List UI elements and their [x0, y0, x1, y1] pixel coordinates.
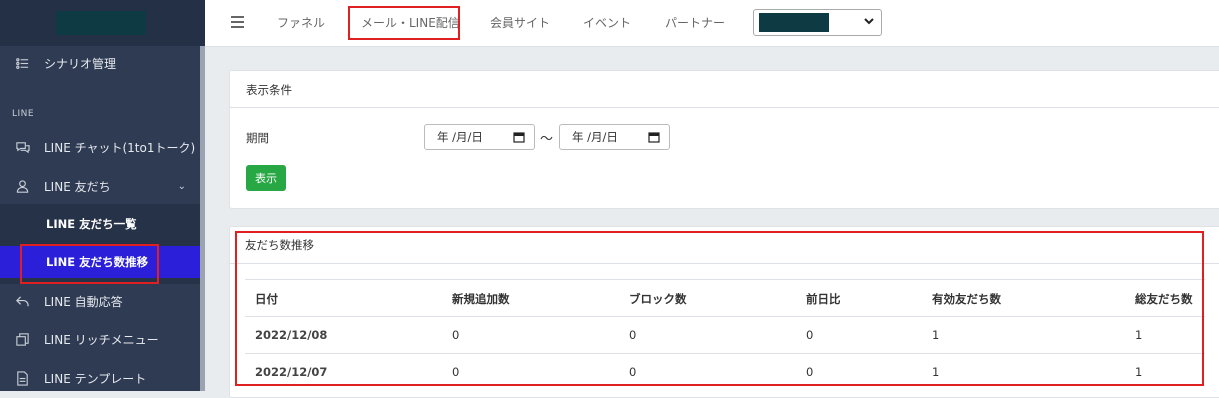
sidebar-item-template[interactable]: LINE テンプレート — [0, 361, 200, 391]
sidebar-subitem-friend-list[interactable]: LINE 友だち一覧 — [0, 208, 200, 240]
filter-card: 表示条件 期間 年 /月/日 〜 年 /月/日 表示 — [229, 70, 1219, 209]
sidebar-section-line: LINE — [12, 109, 35, 119]
menu-icon[interactable] — [231, 16, 244, 28]
sidebar-item-label: LINE 友だち — [44, 179, 111, 194]
sidebar-scrollbar[interactable] — [200, 46, 205, 391]
nav-item-funnel[interactable]: ファネル — [277, 14, 325, 31]
logo[interactable] — [56, 11, 146, 35]
user-icon — [14, 178, 30, 194]
reply-icon — [14, 293, 30, 309]
sidebar-item-label: LINE 自動応答 — [44, 294, 123, 309]
sidebar-item-rich-menu[interactable]: LINE リッチメニュー — [0, 322, 200, 356]
nav-item-event[interactable]: イベント — [583, 14, 631, 31]
account-select-value — [759, 13, 829, 32]
nav-item-member-site[interactable]: 会員サイト — [490, 14, 550, 31]
sidebar-item-label: LINE リッチメニュー — [44, 332, 159, 347]
date-from-placeholder: 年 /月/日 — [437, 130, 483, 144]
sidebar-logo-bar — [0, 0, 205, 46]
account-select[interactable] — [753, 9, 882, 36]
date-from-input[interactable]: 年 /月/日 — [424, 124, 535, 150]
sidebar-subitem-label: LINE 友だち一覧 — [46, 217, 137, 231]
sidebar-item-line-chat[interactable]: LINE チャット(1to1トーク) — [0, 130, 200, 164]
nav-item-partner[interactable]: パートナー — [665, 14, 725, 31]
calendar-icon[interactable] — [513, 131, 525, 143]
filter-card-title: 表示条件 — [246, 83, 292, 97]
sidebar-item-label: シナリオ管理 — [44, 56, 117, 71]
chevron-down-icon — [864, 18, 874, 25]
period-label: 期間 — [246, 131, 269, 145]
date-to-placeholder: 年 /月/日 — [572, 130, 618, 144]
list-icon — [14, 55, 30, 71]
highlight-box-nav — [348, 6, 460, 40]
sidebar-item-line-friends[interactable]: LINE 友だち ⌄ — [0, 169, 200, 203]
chevron-down-icon: ⌄ — [177, 180, 186, 192]
calendar-icon[interactable] — [648, 131, 660, 143]
divider — [230, 107, 1219, 108]
sidebar-item-auto-reply[interactable]: LINE 自動応答 — [0, 284, 200, 318]
sidebar: シナリオ管理 LINE LINE チャット(1to1トーク) LINE 友だち … — [0, 0, 205, 391]
chat-icon — [14, 139, 30, 155]
highlight-box-table — [235, 231, 1204, 386]
sidebar-item-label: LINE チャット(1to1トーク) — [44, 140, 196, 155]
date-range-separator: 〜 — [540, 132, 554, 147]
file-icon — [14, 370, 30, 386]
copy-icon — [14, 331, 30, 347]
sidebar-item-scenario[interactable]: シナリオ管理 — [0, 46, 200, 80]
highlight-box-sidebar — [20, 244, 159, 284]
date-to-input[interactable]: 年 /月/日 — [559, 124, 670, 150]
show-button[interactable]: 表示 — [246, 165, 286, 191]
sidebar-item-label: LINE テンプレート — [44, 371, 147, 386]
